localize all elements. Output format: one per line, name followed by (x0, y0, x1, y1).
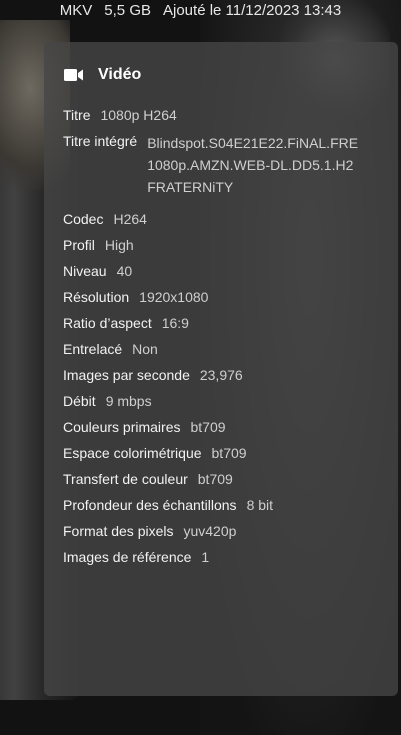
property-value: 1 (201, 549, 210, 565)
property-label: Profil (63, 237, 95, 253)
panel-title: Vidéo (98, 66, 142, 83)
property-row-bit-depth: Profondeur des échantillons 8 bit (63, 496, 398, 522)
property-value-line: FRATERNiTY (147, 179, 234, 195)
property-label: Titre (63, 107, 91, 123)
property-row-reference-frames: Images de référence 1 (63, 548, 398, 574)
property-value: High (104, 237, 134, 253)
property-row-bitrate: Débit 9 mbps (63, 392, 398, 418)
property-label: Couleurs primaires (63, 419, 181, 435)
property-row-interlaced: Entrelacé Non (63, 340, 398, 366)
property-value: yuv420p (183, 523, 237, 539)
file-size: 5,5 GB (104, 2, 151, 19)
property-value: 1920x1080 (139, 289, 209, 305)
property-value: bt709 (211, 445, 247, 461)
property-label: Codec (63, 211, 104, 227)
property-value: 9 mbps (105, 393, 152, 409)
video-camera-icon (64, 68, 84, 82)
property-value: 16:9 (161, 315, 189, 331)
property-label: Niveau (63, 263, 107, 279)
property-value: 23,976 (199, 367, 243, 383)
property-row-aspect-ratio: Ratio d’aspect 16:9 (63, 314, 398, 340)
container-format: MKV (59, 2, 93, 19)
media-info-screen: MKV 5,5 GB Ajouté le 11/12/2023 13:43 Vi… (0, 0, 401, 735)
property-value: 1080p H264 (100, 107, 177, 123)
video-info-panel: Vidéo Titre 1080p H264 Titre intégré Bli… (44, 42, 398, 696)
property-value: bt709 (197, 471, 233, 487)
property-row-level: Niveau 40 (63, 262, 398, 288)
property-label: Format des pixels (63, 523, 174, 539)
video-properties-list: Titre 1080p H264 Titre intégré Blindspot… (63, 106, 398, 574)
panel-header: Vidéo (64, 64, 141, 86)
property-row-resolution: Résolution 1920x1080 (63, 288, 398, 314)
property-label: Entrelacé (63, 341, 123, 357)
property-row-pixel-format: Format des pixels yuv420p (63, 522, 398, 548)
property-row-color-primaries: Couleurs primaires bt709 (63, 418, 398, 444)
property-label: Résolution (63, 289, 130, 305)
media-meta-line: MKV 5,5 GB Ajouté le 11/12/2023 13:43 (0, 2, 401, 24)
property-row-color-transfer: Transfert de couleur bt709 (63, 470, 398, 496)
property-label: Images par seconde (63, 367, 190, 383)
property-row-codec: Codec H264 (63, 210, 398, 236)
property-label: Transfert de couleur (63, 471, 188, 487)
date-added: Ajouté le 11/12/2023 13:43 (163, 2, 342, 19)
property-value: H264 (113, 211, 147, 227)
property-value: bt709 (190, 419, 226, 435)
property-label: Ratio d’aspect (63, 315, 152, 331)
property-row-color-space: Espace colorimétrique bt709 (63, 444, 398, 470)
property-value: Non (132, 341, 158, 357)
property-value: 40 (116, 263, 133, 279)
property-value-line: 1080p.AMZN.WEB-DL.DD5.1.H2 (147, 157, 354, 173)
property-value: 8 bit (246, 497, 274, 513)
property-label: Profondeur des échantillons (63, 497, 237, 513)
property-label: Images de référence (63, 549, 192, 565)
property-label: Débit (63, 393, 96, 409)
property-row-framerate: Images par seconde 23,976 (63, 366, 398, 392)
property-value: Blindspot.S04E21E22.FiNAL.FRE 1080p.AMZN… (147, 132, 372, 198)
property-row-embedded-title: Titre intégré Blindspot.S04E21E22.FiNAL.… (63, 132, 398, 210)
property-row-profile: Profil High (63, 236, 398, 262)
property-label: Espace colorimétrique (63, 445, 202, 461)
property-label: Titre intégré (63, 133, 138, 149)
property-row-title: Titre 1080p H264 (63, 106, 398, 132)
property-value-line: Blindspot.S04E21E22.FiNAL.FRE (147, 135, 359, 151)
